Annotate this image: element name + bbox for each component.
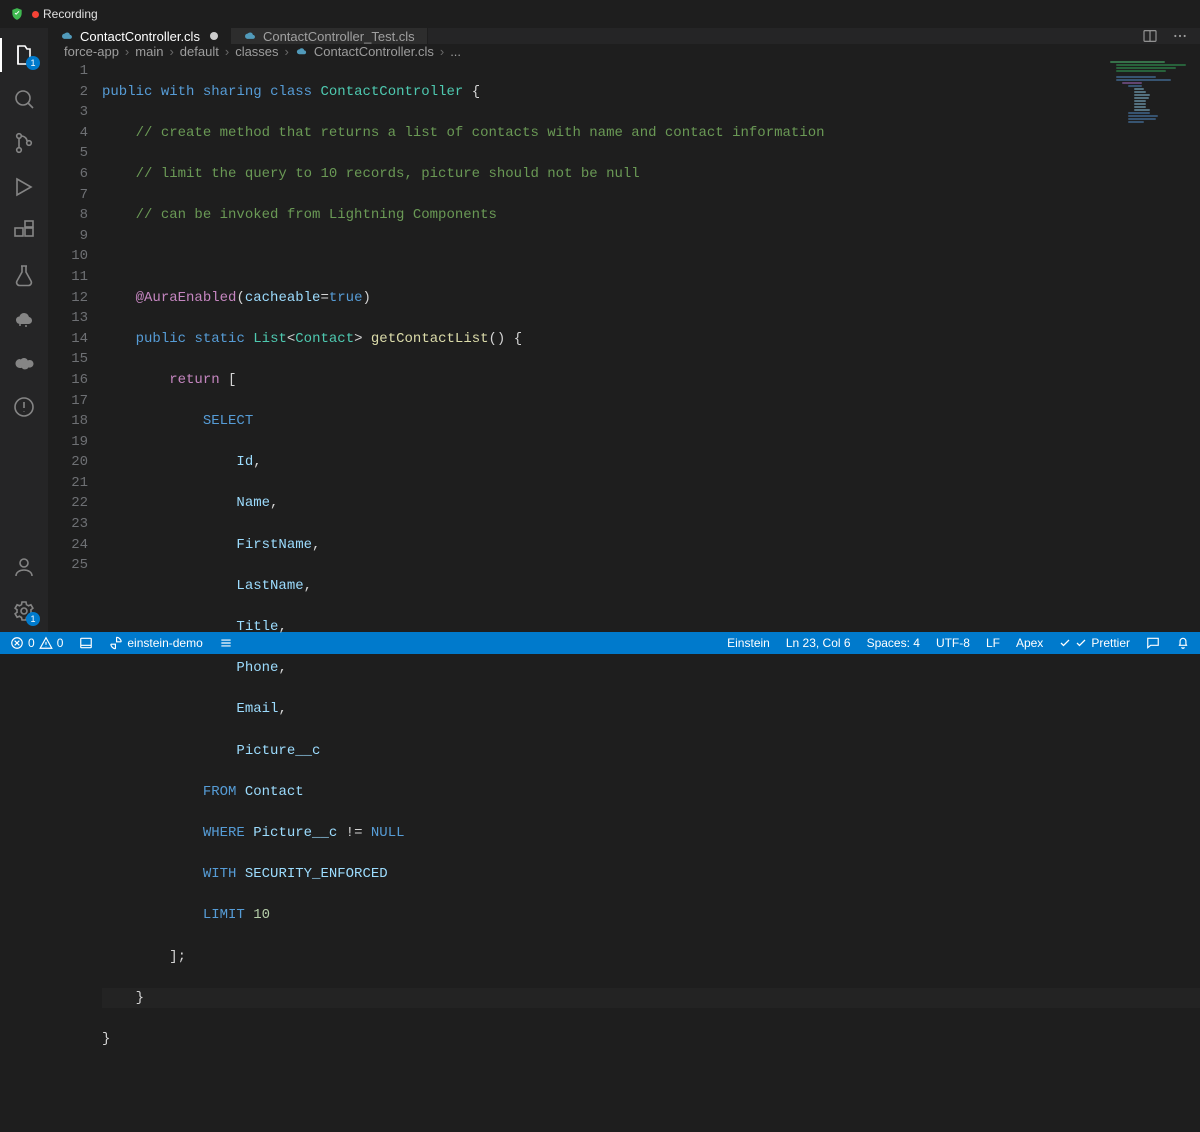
apex-file-icon — [60, 29, 74, 43]
breadcrumb-part[interactable]: classes — [235, 44, 278, 59]
activity-bar: 1 1 — [0, 28, 48, 632]
activity-salesforce[interactable] — [0, 342, 48, 384]
tab-contact-controller-test[interactable]: ContactController_Test.cls — [231, 28, 428, 44]
split-editor-icon[interactable] — [1142, 28, 1158, 44]
tab-label: ContactController_Test.cls — [263, 29, 415, 44]
activity-problems[interactable] — [0, 386, 48, 428]
recording-label: Recording — [43, 7, 98, 21]
activity-test[interactable] — [0, 254, 48, 296]
breadcrumb-part[interactable]: main — [135, 44, 163, 59]
activity-account[interactable] — [0, 546, 48, 588]
breadcrumb-part[interactable]: default — [180, 44, 219, 59]
breadcrumb[interactable]: force-app› main› default› classes› Conta… — [48, 44, 1200, 59]
tab-actions — [1130, 28, 1200, 44]
breadcrumb-file[interactable]: ContactController.cls — [314, 44, 434, 59]
tab-contact-controller[interactable]: ContactController.cls — [48, 28, 231, 44]
activity-run[interactable] — [0, 166, 48, 208]
explorer-badge: 1 — [26, 56, 40, 70]
dirty-indicator-icon — [210, 32, 218, 40]
apex-file-icon — [243, 29, 257, 43]
activity-extensions[interactable] — [0, 210, 48, 252]
activity-explorer[interactable]: 1 — [0, 34, 48, 76]
recording-dot-icon — [32, 11, 39, 18]
more-icon[interactable] — [1172, 28, 1188, 44]
apex-file-icon — [295, 45, 308, 58]
tab-label: ContactController.cls — [80, 29, 200, 44]
titlebar: Recording — [0, 0, 1200, 28]
editor-column: ContactController.cls ContactController_… — [48, 28, 1200, 632]
settings-badge: 1 — [26, 612, 40, 626]
line-number-gutter: 1234567891011121314151617181920212223242… — [48, 59, 102, 1132]
breadcrumb-tail[interactable]: ... — [450, 44, 461, 59]
recording-indicator: Recording — [32, 7, 98, 21]
editor-tabs: ContactController.cls ContactController_… — [48, 28, 1200, 44]
shield-icon — [10, 7, 24, 21]
code-content[interactable]: public with sharing class ContactControl… — [102, 59, 1200, 1132]
activity-source-control[interactable] — [0, 122, 48, 164]
activity-search[interactable] — [0, 78, 48, 120]
breadcrumb-part[interactable]: force-app — [64, 44, 119, 59]
activity-einstein[interactable] — [0, 298, 48, 340]
editor-area[interactable]: 1234567891011121314151617181920212223242… — [48, 59, 1200, 1132]
activity-settings[interactable]: 1 — [0, 590, 48, 632]
